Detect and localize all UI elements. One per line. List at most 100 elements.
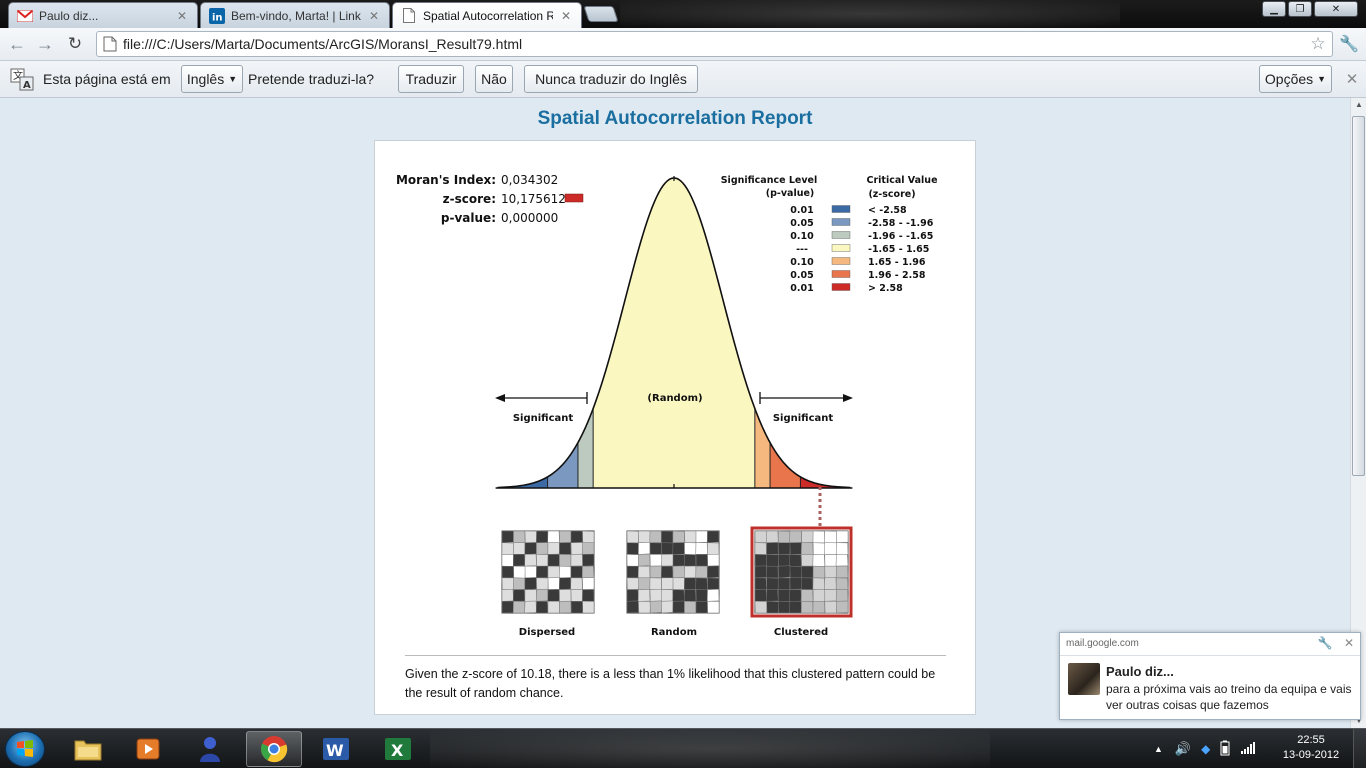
show-hidden-icons-icon[interactable]: ▲ bbox=[1154, 744, 1163, 754]
map-polygon bbox=[812, 600, 826, 614]
map-polygon bbox=[536, 577, 549, 591]
start-button[interactable] bbox=[5, 731, 45, 767]
map-polygon bbox=[637, 589, 651, 602]
tab-linkedin[interactable]: in Bem-vindo, Marta! | LinkedIn ✕ bbox=[200, 2, 390, 28]
map-polygon bbox=[824, 601, 838, 614]
wrench-menu-icon[interactable]: 🔧 bbox=[1338, 34, 1360, 56]
map-polygon bbox=[672, 589, 685, 603]
close-icon[interactable]: ✕ bbox=[1344, 636, 1354, 650]
translate-button[interactable]: Traduzir bbox=[398, 65, 464, 93]
legend-z-range: -1.96 - -1.65 bbox=[868, 231, 933, 242]
map-polygon bbox=[661, 600, 674, 614]
clock-time: 22:55 bbox=[1297, 734, 1325, 746]
tab-spatial-report[interactable]: Spatial Autocorrelation Report ✕ bbox=[392, 2, 582, 28]
language-select[interactable]: Inglês ▼ bbox=[181, 65, 243, 93]
map-polygon bbox=[777, 530, 791, 544]
reload-button[interactable]: ↻ bbox=[62, 32, 88, 56]
map-polygon bbox=[513, 542, 526, 555]
map-polygon bbox=[661, 530, 674, 544]
map-polygon bbox=[789, 600, 802, 614]
map-polygon bbox=[660, 565, 674, 579]
show-desktop-button[interactable] bbox=[1353, 729, 1366, 768]
map-polygon bbox=[501, 542, 514, 556]
map-polygon bbox=[536, 530, 549, 544]
significant-right-label: Significant bbox=[773, 413, 834, 424]
new-tab-button[interactable] bbox=[583, 6, 619, 22]
restore-button[interactable]: ❐ bbox=[1288, 1, 1312, 17]
legend-swatch bbox=[831, 244, 851, 252]
map-polygon bbox=[777, 589, 791, 602]
map-polygon bbox=[524, 553, 537, 567]
map-polygon bbox=[536, 542, 549, 555]
system-clock[interactable]: 22:55 13-09-2012 bbox=[1276, 733, 1346, 763]
legend-z-range: 1.65 - 1.96 bbox=[868, 257, 926, 268]
map-polygon bbox=[766, 530, 779, 543]
dropbox-icon[interactable]: ◆ bbox=[1201, 742, 1210, 756]
map-polygon bbox=[582, 530, 595, 544]
map-polygon bbox=[547, 601, 560, 614]
map-polygon bbox=[661, 553, 674, 567]
tab-gmail[interactable]: Paulo diz... ✕ bbox=[8, 2, 198, 28]
scrollbar-thumb[interactable] bbox=[1352, 116, 1365, 476]
map-polygon bbox=[707, 577, 720, 591]
morans-index-value: 0,034302 bbox=[501, 173, 558, 187]
map-polygon bbox=[638, 553, 651, 567]
forward-button[interactable]: → bbox=[32, 32, 58, 56]
tab-close-icon[interactable]: ✕ bbox=[175, 9, 189, 23]
map-polygon bbox=[754, 554, 768, 567]
map-polygon bbox=[582, 601, 595, 614]
significance-subheader: (p-value) bbox=[766, 188, 815, 199]
map-polygon bbox=[626, 530, 639, 544]
never-translate-button[interactable]: Nunca traduzir do Inglês bbox=[524, 65, 698, 93]
map-polygon bbox=[559, 542, 572, 555]
legend-swatch bbox=[831, 283, 851, 291]
taskbar-word[interactable]: W bbox=[308, 731, 364, 767]
map-polygon bbox=[501, 589, 514, 602]
map-polygon bbox=[800, 601, 814, 614]
tab-close-icon[interactable]: ✕ bbox=[367, 9, 381, 23]
taskbar-excel[interactable]: X bbox=[370, 731, 426, 767]
url-input[interactable] bbox=[123, 36, 1304, 52]
no-button[interactable]: Não bbox=[475, 65, 513, 93]
options-menu-button[interactable]: Opções ▼ bbox=[1259, 65, 1332, 93]
taskbar-media-player[interactable] bbox=[120, 731, 176, 767]
map-polygon bbox=[501, 577, 515, 590]
map-polygon bbox=[547, 530, 560, 543]
map-polygon bbox=[626, 542, 640, 556]
minimize-button[interactable]: ▁ bbox=[1262, 1, 1286, 17]
taskbar-chrome[interactable] bbox=[246, 731, 302, 767]
tab-close-icon[interactable]: ✕ bbox=[559, 9, 573, 23]
map-polygon bbox=[512, 553, 526, 567]
bookmark-star-icon[interactable]: ☆ bbox=[1304, 34, 1332, 54]
back-button[interactable]: ← bbox=[4, 32, 30, 56]
map-polygon bbox=[765, 589, 779, 602]
windows-logo-icon bbox=[17, 740, 33, 757]
report-panel: Moran's Index: 0,034302 z-score: 10,1756… bbox=[374, 140, 976, 715]
taskbar-user-app[interactable] bbox=[182, 731, 238, 767]
svg-text:in: in bbox=[212, 12, 223, 23]
map-polygon bbox=[626, 565, 639, 579]
map-polygon bbox=[777, 601, 791, 614]
taskbar-explorer[interactable] bbox=[60, 731, 116, 767]
volume-icon[interactable]: 🔊 bbox=[1175, 741, 1191, 757]
map-polygon bbox=[754, 577, 767, 591]
legend-swatch bbox=[831, 205, 851, 213]
map-polygon bbox=[836, 530, 849, 543]
legend-swatch bbox=[831, 231, 851, 239]
desktop-notification[interactable]: mail.google.com 🔧 ✕ Paulo diz... para a … bbox=[1059, 632, 1361, 720]
network-signal-icon[interactable] bbox=[1240, 741, 1256, 758]
address-bar[interactable]: ☆ bbox=[96, 31, 1333, 57]
left-arrow-head bbox=[495, 394, 505, 402]
close-infobar-icon[interactable]: ✕ bbox=[1344, 70, 1360, 88]
scroll-up-arrow-icon[interactable]: ▲ bbox=[1351, 98, 1366, 112]
pattern-label-clustered: Clustered bbox=[774, 627, 828, 638]
map-polygon bbox=[754, 542, 767, 556]
settings-wrench-icon[interactable]: 🔧 bbox=[1318, 636, 1333, 650]
battery-icon[interactable] bbox=[1220, 740, 1230, 759]
report-title: Spatial Autocorrelation Report bbox=[537, 108, 813, 129]
map-polygon bbox=[535, 601, 549, 614]
legend-p-value: 0.05 bbox=[790, 270, 813, 281]
map-polygon bbox=[672, 577, 685, 590]
close-window-button[interactable]: ✕ bbox=[1314, 1, 1358, 17]
map-polygon bbox=[559, 589, 572, 602]
